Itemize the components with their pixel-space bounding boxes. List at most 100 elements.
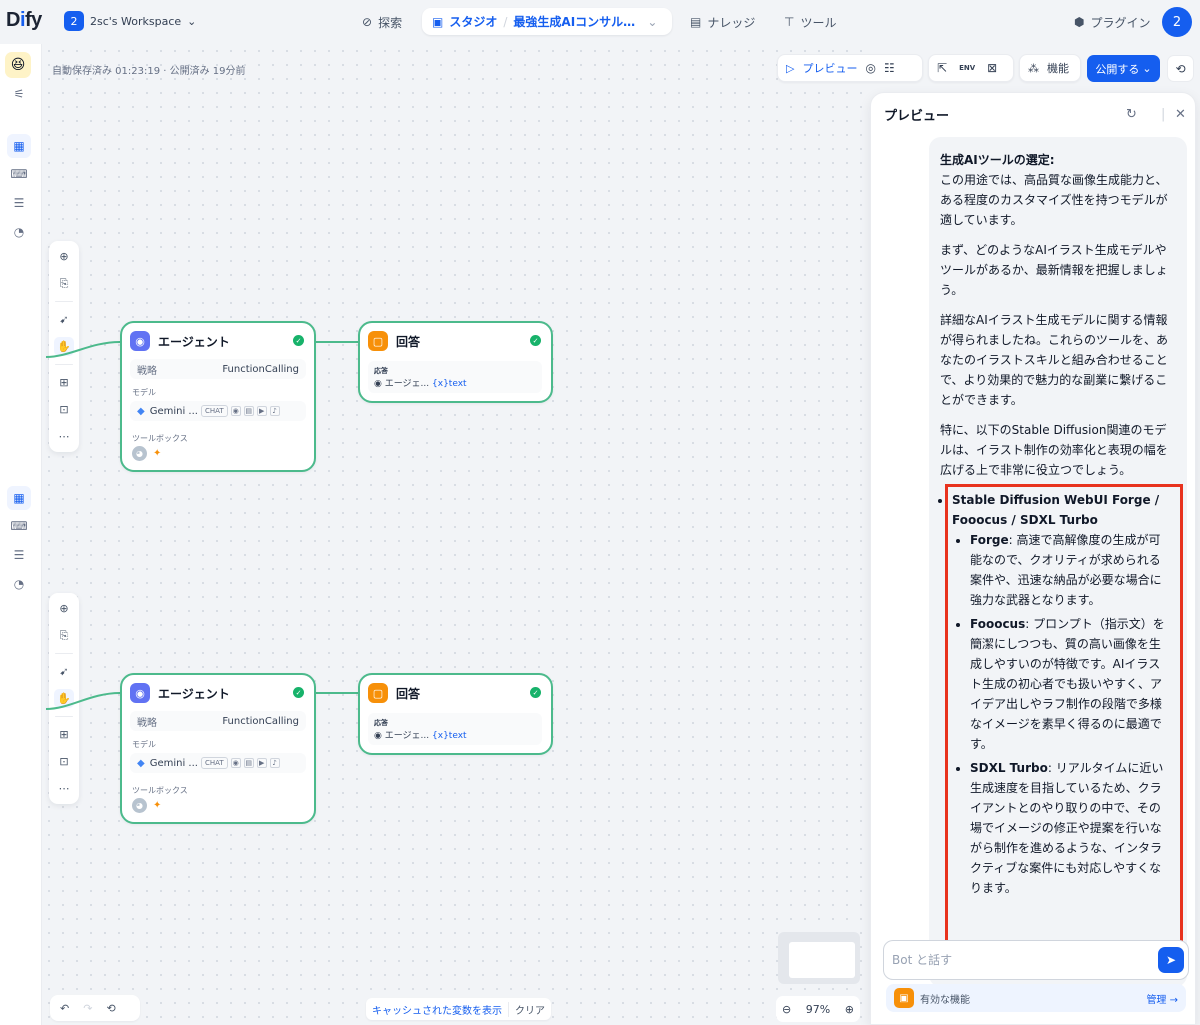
zoom-level[interactable]: 97% [806,1003,830,1016]
model-name: Gemini ... [149,757,198,769]
audio-icon: ♪ [269,406,280,416]
features-label: 有効な機能 [920,994,970,1006]
edge-in-1 [45,341,121,358]
model-label: モデル [132,388,156,397]
list-item: Stable Diffusion WebUI Forge / Fooocus /… [952,490,1174,898]
model-name: Gemini ... [149,405,198,417]
message-heading: 生成AIツールの選定: この用途では、高品質な画像生成能力と、ある程度のカスタマイ… [940,153,1168,227]
response-label: 応答 [374,367,388,375]
response-box: 応答 ◉ エージェ... {x}text [368,361,542,393]
zoom-in-icon[interactable]: ⊕ [845,1003,854,1016]
cache-controls: キャッシュされた変数を表示 クリア [366,998,551,1020]
eye-icon: ◉ [230,758,241,768]
preview-title: プレビュー [884,109,950,124]
chat-input-box: ➤ [883,940,1189,980]
chat-input[interactable] [892,950,1142,970]
response-box: 応答 ◉ エージェ... {x}text [368,713,542,745]
video-icon: ▶ [256,406,267,416]
features-icon: ▣ [894,988,914,1008]
response-label: 応答 [374,719,388,727]
strategy-row: 戦略 FunctionCalling [130,359,306,379]
strategy-value: FunctionCalling [222,363,299,375]
response-value: ◉ エージェ... {x}text [374,728,467,741]
audio-icon: ♪ [269,758,280,768]
minimap-viewport [789,942,855,978]
response-variable: {x}text [432,731,467,741]
doc-icon: ▤ [243,758,254,768]
model-chip: CHAT [200,757,228,769]
message-paragraph: まず、どのようなAIイラスト生成モデルやツールがあるか、最新情報を把握しましょう… [940,243,1168,297]
sub-list: Forge: 高速で高解像度の生成が可能なので、クオリティが求められる案件や、迅… [952,530,1170,898]
answer-icon: ▢ [368,331,388,351]
doc-icon: ▤ [243,406,254,416]
model-chip: CHAT [200,405,228,417]
answer-node[interactable]: ▢ 回答 ✓ 応答 ◉ エージェ... {x}text [358,673,553,755]
strategy-value: FunctionCalling [222,715,299,727]
show-cache-button[interactable]: キャッシュされた変数を表示 [366,1001,509,1017]
tool-avatar-icon: ◕ [132,446,147,461]
agent-small-icon: ◉ [374,379,382,389]
manage-link[interactable]: 管理 → [1146,991,1178,1006]
answer-icon: ▢ [368,683,388,703]
strategy-row: 戦略 FunctionCalling [130,711,306,731]
zoom-control: ⊖ 97% ⊕ [776,996,860,1022]
agent-node[interactable]: ◉ エージェント ✓ 戦略 FunctionCalling モデル ◆ Gemi… [120,321,316,472]
tool-sparkle-icon: ✦ [153,448,162,459]
toolbox-label: ツールボックス [132,434,188,443]
model-label: モデル [132,740,156,749]
agent-node-title: エージェント [158,334,230,349]
model-row[interactable]: ◆ Gemini ... CHAT ◉ ▤ ▶ ♪ [130,753,306,773]
agent-icon: ◉ [130,331,150,351]
agent-node-header: ◉ エージェント [130,331,230,351]
gemini-icon: ◆ [137,757,145,769]
close-icon[interactable]: ✕ [1175,107,1186,122]
strategy-label: 戦略 [137,717,157,729]
gemini-icon: ◆ [137,405,145,417]
strategy-label: 戦略 [137,365,157,377]
list-title: Stable Diffusion WebUI Forge / Fooocus /… [952,493,1160,527]
response-source: エージェ... [384,731,430,741]
response-variable: {x}text [432,379,467,389]
refresh-icon[interactable]: ↻ [1126,107,1137,122]
toolbox-tools: ◕ ✦ [132,798,161,813]
send-icon[interactable]: ➤ [1158,947,1184,973]
answer-node[interactable]: ▢ 回答 ✓ 応答 ◉ エージェ... {x}text [358,321,553,403]
redo-icon[interactable]: ↷ [83,1002,92,1015]
agent-node-header: ◉ エージェント [130,683,230,703]
check-icon: ✓ [293,687,304,698]
answer-node-title: 回答 [396,686,421,701]
answer-node-title: 回答 [396,334,421,349]
check-icon: ✓ [293,335,304,346]
history-icon[interactable]: ⟲ [106,1002,115,1015]
undo-redo-bar: ↶ ↷ ⟲ [50,995,140,1021]
enabled-features-bar: ▣ 有効な機能 管理 → [886,984,1186,1012]
model-row[interactable]: ◆ Gemini ... CHAT ◉ ▤ ▶ ♪ [130,401,306,421]
agent-node[interactable]: ◉ エージェント ✓ 戦略 FunctionCalling モデル ◆ Gemi… [120,673,316,824]
clear-cache-button[interactable]: クリア [509,1002,551,1017]
zoom-out-icon[interactable]: ⊖ [782,1003,791,1016]
response-source: エージェ... [384,379,430,389]
eye-icon: ◉ [230,406,241,416]
divider: | [1161,107,1166,122]
answer-node-header: ▢ 回答 [368,331,420,351]
check-icon: ✓ [530,687,541,698]
toolbox-label: ツールボックス [132,786,188,795]
minimap[interactable] [778,932,860,984]
undo-icon[interactable]: ↶ [60,1002,69,1015]
video-icon: ▶ [256,758,267,768]
message-paragraph: 特に、以下のStable Diffusion関連のモデルは、イラスト制作の効率化… [940,423,1168,477]
agent-small-icon: ◉ [374,731,382,741]
check-icon: ✓ [530,335,541,346]
response-value: ◉ エージェ... {x}text [374,376,467,389]
agent-icon: ◉ [130,683,150,703]
bot-message: 生成AIツールの選定: この用途では、高品質な画像生成能力と、ある程度のカスタマイ… [940,150,1174,902]
list-item: Forge: 高速で高解像度の生成が可能なので、クオリティが求められる案件や、迅… [970,530,1170,610]
list-item: Fooocus: プロンプト（指示文）を簡潔にしつつも、質の高い画像を生成しやす… [970,614,1170,754]
tool-avatar-icon: ◕ [132,798,147,813]
agent-node-title: エージェント [158,686,230,701]
toolbox-tools: ◕ ✦ [132,446,161,461]
tool-sparkle-icon: ✦ [153,800,162,811]
list-item: SDXL Turbo: リアルタイムに近い生成速度を目指しているため、クライアン… [970,758,1170,898]
message-paragraph: 詳細なAIイラスト生成モデルに関する情報が得られましたね。これらのツールを、あな… [940,313,1169,407]
model-list: Stable Diffusion WebUI Forge / Fooocus /… [938,490,1174,898]
